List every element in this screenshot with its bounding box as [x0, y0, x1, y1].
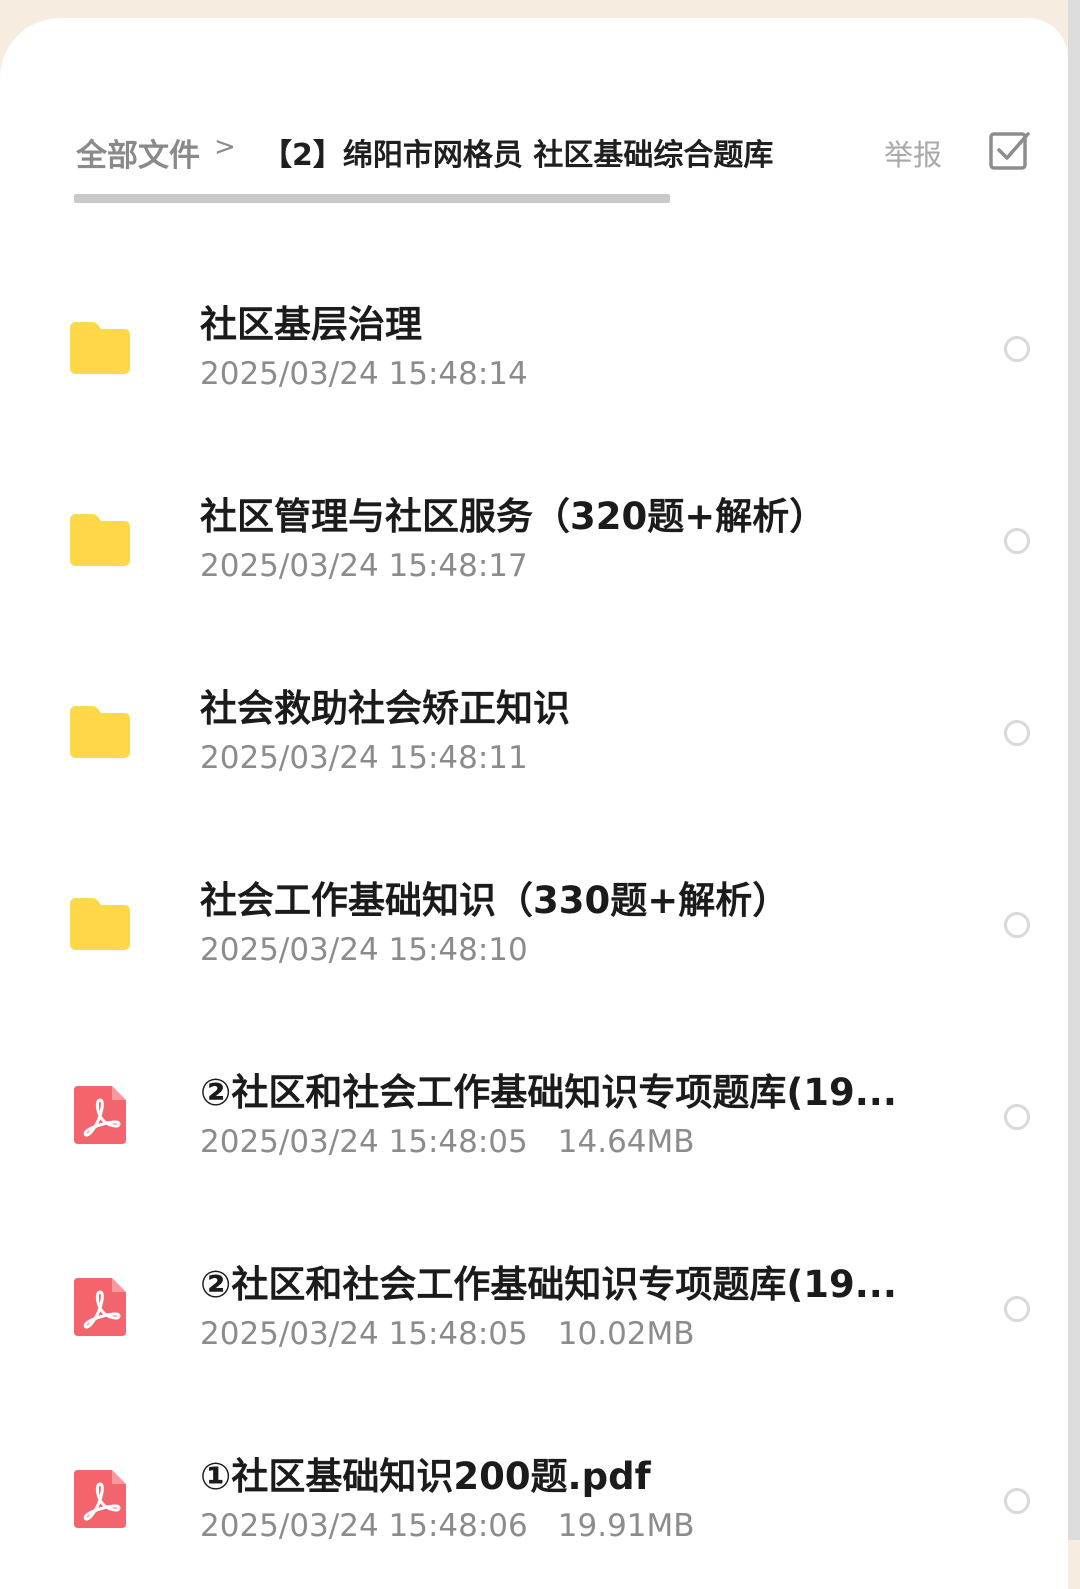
file-meta: 2025/03/24 15:48:14	[200, 356, 528, 392]
file-row[interactable]: 社区管理与社区服务（320题+解析） 2025/03/24 15:48:17	[0, 458, 1068, 650]
file-size: 10.02MB	[557, 1316, 695, 1352]
file-date: 2025/03/24 15:48:05	[200, 1316, 528, 1352]
file-date: 2025/03/24 15:48:11	[200, 740, 528, 776]
select-radio[interactable]	[1004, 528, 1030, 554]
file-date: 2025/03/24 15:48:06	[200, 1508, 528, 1544]
file-name: ②社区和社会工作基础知识专项题库(19...	[200, 1263, 897, 1306]
folder-icon	[68, 316, 132, 378]
checkbox-check-icon[interactable]	[988, 128, 1032, 172]
pdf-icon	[68, 1276, 132, 1338]
breadcrumb-scrollbar[interactable]	[74, 194, 670, 203]
file-meta: 2025/03/24 15:48:10	[200, 932, 528, 968]
file-row[interactable]: ②社区和社会工作基础知识专项题库(19... 2025/03/24 15:48:0…	[0, 1034, 1068, 1226]
file-name: 社会工作基础知识（330题+解析）	[200, 879, 790, 922]
breadcrumb-root[interactable]: 全部文件	[76, 130, 200, 175]
select-radio[interactable]	[1004, 1104, 1030, 1130]
file-size: 19.91MB	[557, 1508, 695, 1544]
file-meta: 2025/03/24 15:48:05 14.64MB	[200, 1124, 695, 1160]
select-radio[interactable]	[1004, 912, 1030, 938]
file-meta: 2025/03/24 15:48:05 10.02MB	[200, 1316, 695, 1352]
file-name: 社区管理与社区服务（320题+解析）	[200, 495, 827, 538]
file-date: 2025/03/24 15:48:14	[200, 356, 528, 392]
folder-icon	[68, 892, 132, 954]
file-name: ②社区和社会工作基础知识专项题库(19...	[200, 1071, 897, 1114]
pdf-icon	[68, 1468, 132, 1530]
file-row[interactable]: ②社区和社会工作基础知识专项题库(19... 2025/03/24 15:48:0…	[0, 1226, 1068, 1418]
file-date: 2025/03/24 15:48:10	[200, 932, 528, 968]
select-radio[interactable]	[1004, 1296, 1030, 1322]
file-row[interactable]: ①社区基础知识200题.pdf 2025/03/24 15:48:06 19.91M…	[0, 1418, 1068, 1589]
file-meta: 2025/03/24 15:48:17	[200, 548, 528, 584]
select-radio[interactable]	[1004, 336, 1030, 362]
report-button[interactable]: 举报	[884, 132, 942, 174]
file-meta: 2025/03/24 15:48:06 19.91MB	[200, 1508, 695, 1544]
select-radio[interactable]	[1004, 720, 1030, 746]
file-name: 社会救助社会矫正知识	[200, 687, 570, 730]
file-date: 2025/03/24 15:48:05	[200, 1124, 528, 1160]
file-date: 2025/03/24 15:48:17	[200, 548, 528, 584]
page-scrollbar[interactable]	[1068, 0, 1080, 1540]
folder-icon	[68, 508, 132, 570]
file-row[interactable]: 社会工作基础知识（330题+解析） 2025/03/24 15:48:10	[0, 842, 1068, 1034]
file-list: 社区基层治理 2025/03/24 15:48:14 社区管理与社区服务（320题+…	[0, 266, 1068, 1589]
breadcrumb-separator: >	[214, 132, 236, 162]
file-meta: 2025/03/24 15:48:11	[200, 740, 528, 776]
file-browser-sheet: 全部文件 > 【2】绵阳市网格员 社区基础综合题库 举报 社区基层治理 2025/…	[0, 18, 1068, 1589]
select-radio[interactable]	[1004, 1488, 1030, 1514]
file-name: ①社区基础知识200题.pdf	[200, 1455, 651, 1498]
file-row[interactable]: 社区基层治理 2025/03/24 15:48:14	[0, 266, 1068, 458]
file-row[interactable]: 社会救助社会矫正知识 2025/03/24 15:48:11	[0, 650, 1068, 842]
folder-icon	[68, 700, 132, 762]
header-bar: 全部文件 > 【2】绵阳市网格员 社区基础综合题库 举报	[0, 118, 1068, 188]
pdf-icon	[68, 1084, 132, 1146]
breadcrumb-current: 【2】绵阳市网格员 社区基础综合题库	[262, 138, 774, 173]
file-name: 社区基层治理	[200, 303, 422, 346]
file-size: 14.64MB	[557, 1124, 695, 1160]
